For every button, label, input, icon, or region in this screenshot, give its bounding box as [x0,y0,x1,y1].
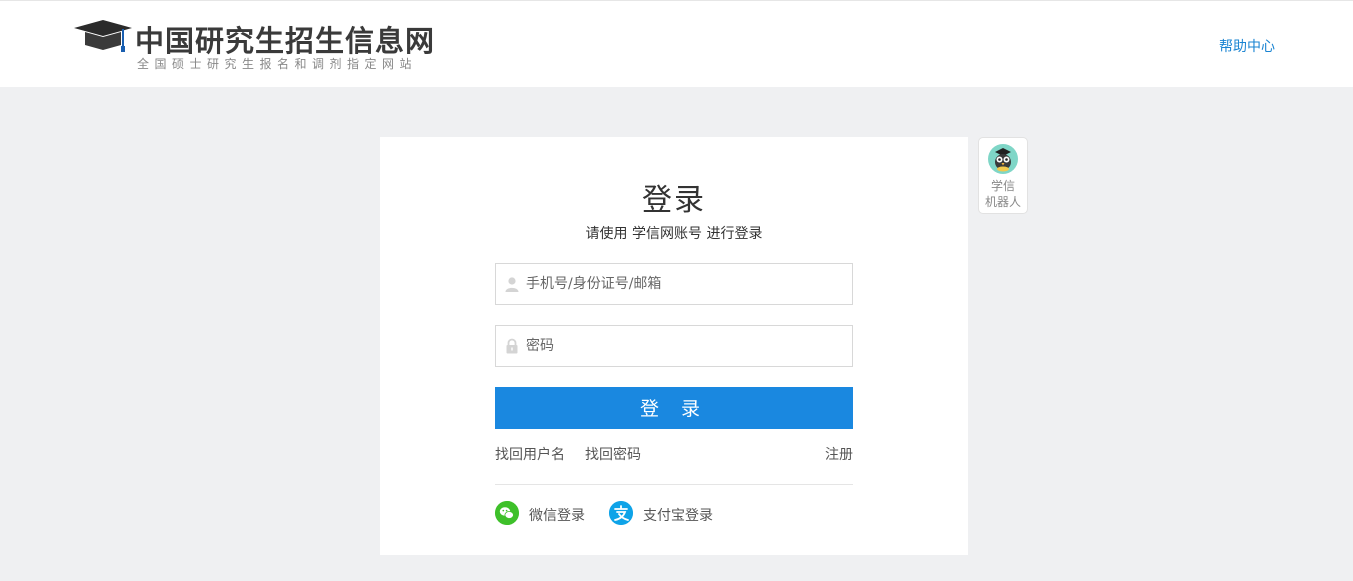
site-logo[interactable]: 中国研究生招生信息网 全国硕士研究生报名和调剂指定网站 [74,15,444,75]
robot-owl-icon [988,144,1018,174]
robot-label: 学信 机器人 [979,178,1027,210]
wechat-icon [495,501,519,525]
password-input[interactable] [524,326,844,366]
robot-label-line1: 学信 [990,179,1015,193]
logo-title: 中国研究生招生信息网 [135,24,436,58]
alipay-login-label: 支付宝登录 [643,508,713,524]
username-field[interactable] [495,263,853,305]
find-username-link[interactable]: 找回用户名 [495,444,565,464]
login-title: 登录 [642,183,706,218]
robot-label-line2: 机器人 [984,195,1021,209]
user-icon [505,277,519,292]
register-link[interactable]: 注册 [825,444,853,464]
divider [495,484,853,485]
username-input[interactable] [524,264,844,304]
lock-icon [506,338,518,354]
login-subtitle: 请使用 学信网账号 进行登录 [585,226,763,242]
site-header: 中国研究生招生信息网 全国硕士研究生报名和调剂指定网站 帮助中心 [0,0,1353,87]
graduation-cap-icon [74,20,132,52]
login-card: 登录 请使用 学信网账号 进行登录 登 录 找回用户名 找回密码 注册 微信登录 [380,137,968,555]
alipay-icon [609,501,633,525]
password-field[interactable] [495,325,853,367]
logo-subtitle: 全国硕士研究生报名和调剂指定网站 [137,57,418,71]
login-button[interactable]: 登 录 [495,387,853,429]
help-center-link[interactable]: 帮助中心 [1219,36,1275,56]
find-password-link[interactable]: 找回密码 [585,444,641,464]
xuexin-robot-button[interactable]: 学信 机器人 [978,137,1028,214]
wechat-login-label: 微信登录 [529,508,585,524]
